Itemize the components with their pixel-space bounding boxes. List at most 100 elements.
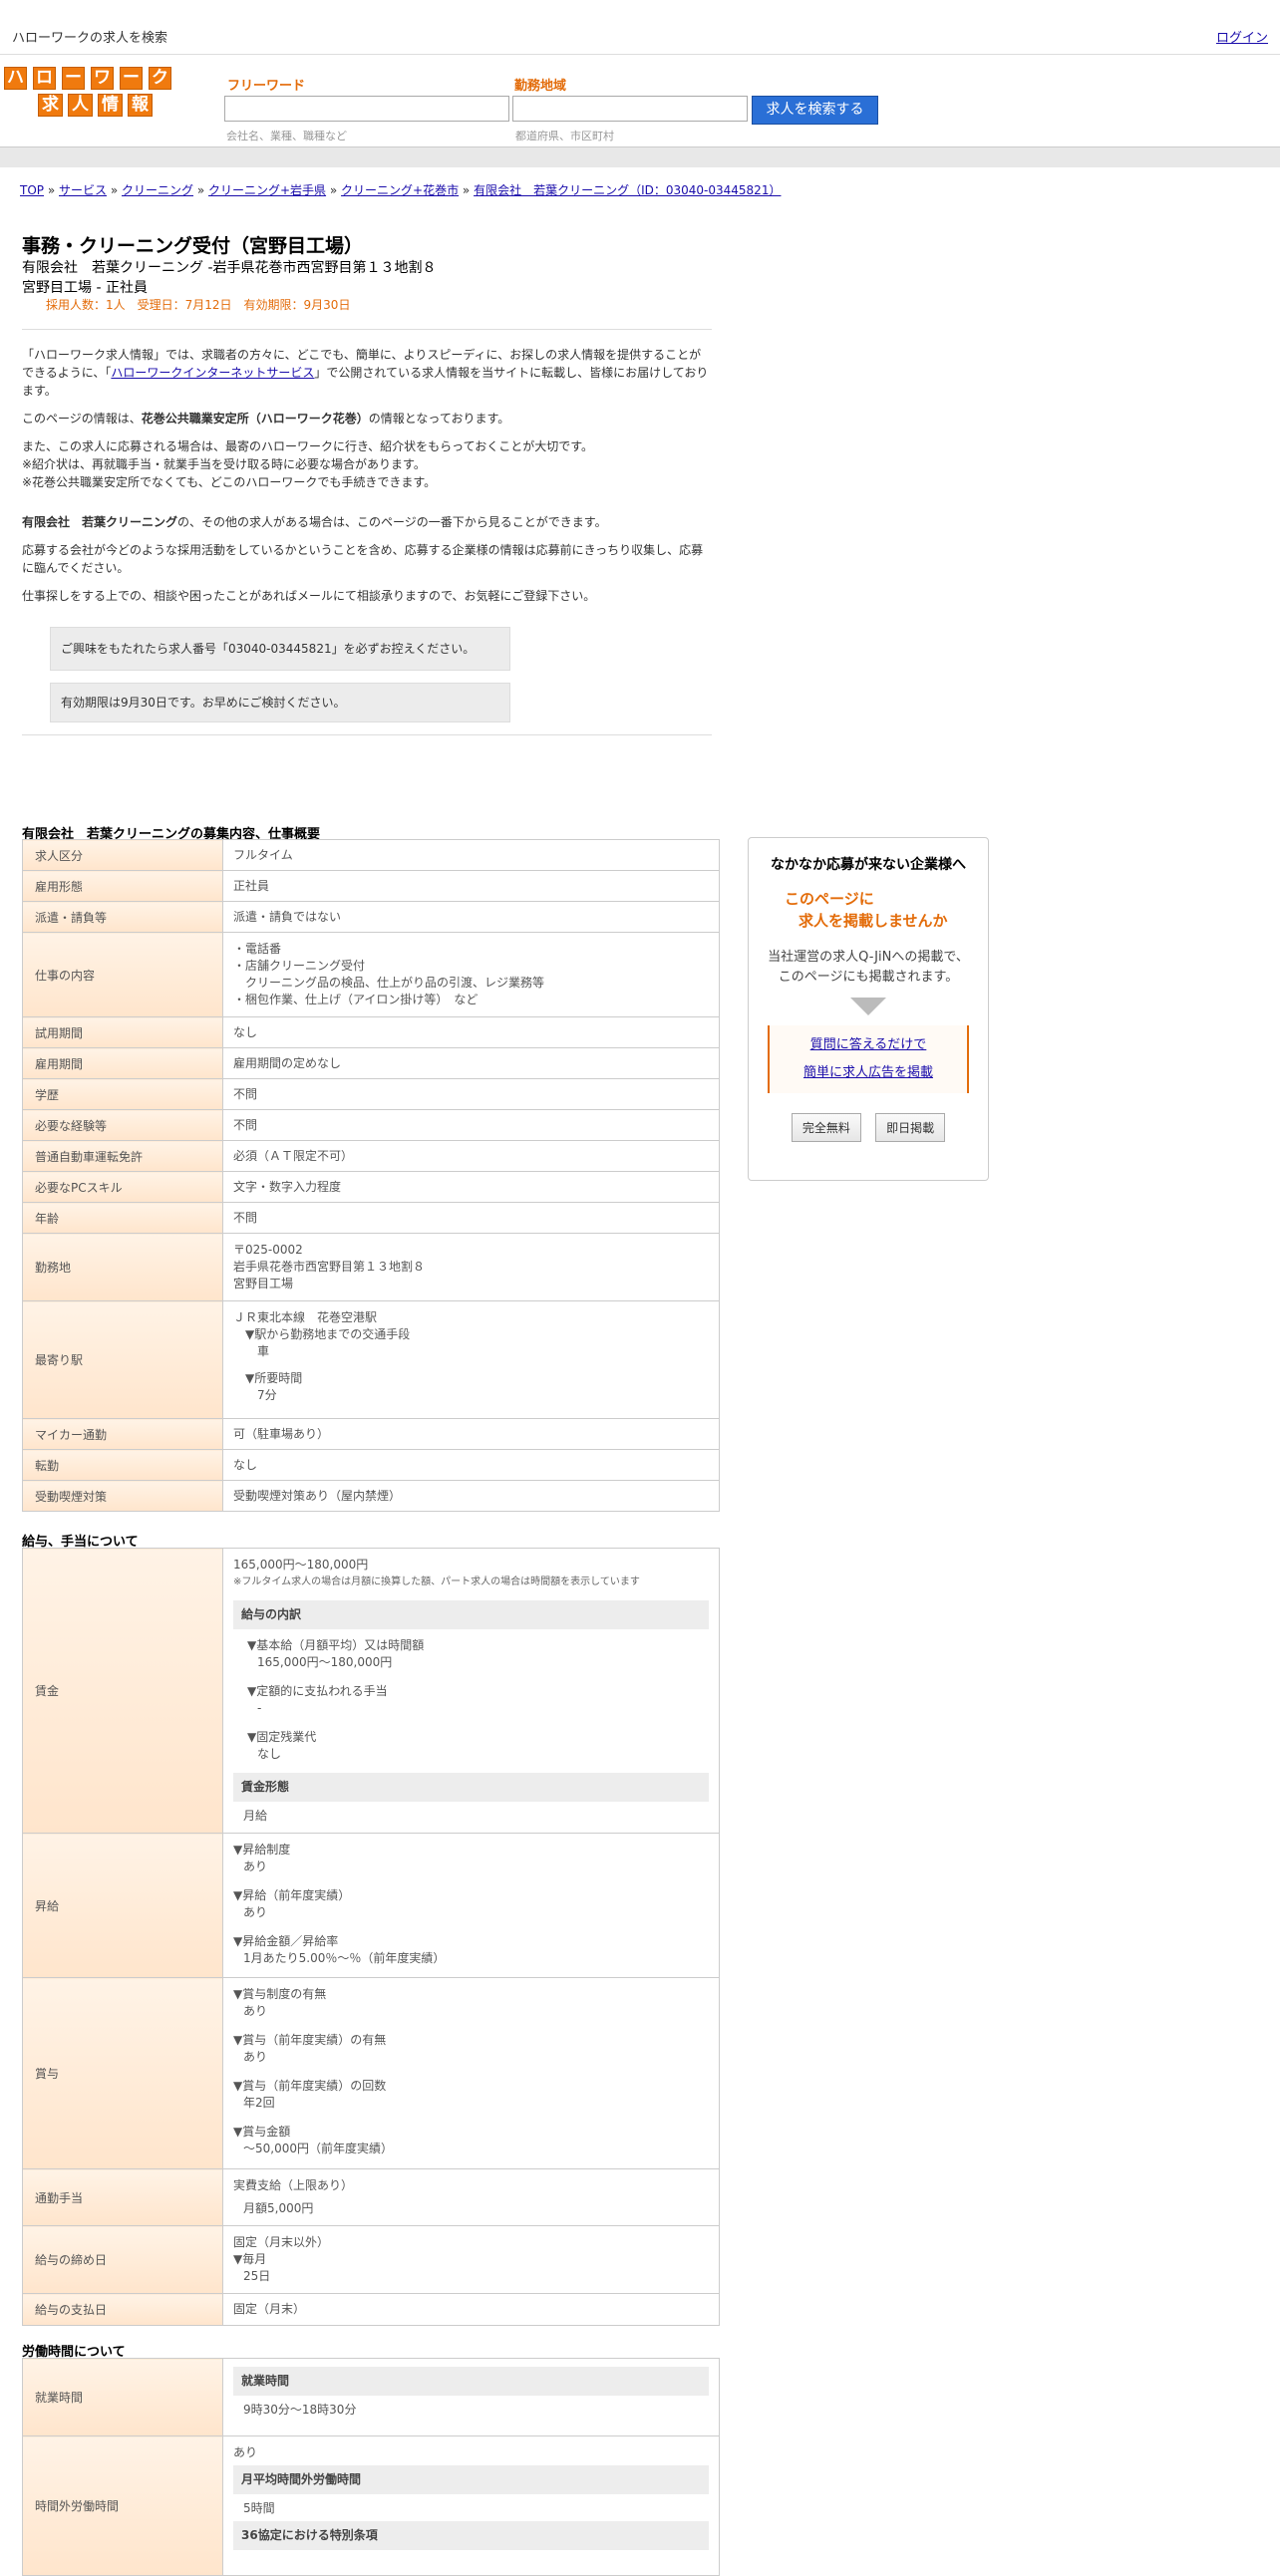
table-row: 受動喫煙対策 受動喫煙対策あり（屋内禁煙）: [22, 1480, 720, 1512]
bonus-value: あり: [243, 2050, 268, 2064]
free-button[interactable]: 完全無料: [791, 1113, 861, 1142]
wage-range: 165,000円〜180,000円: [233, 1558, 369, 1572]
hellowork-logo[interactable]: ハ ロ ー ワ ー ク 求 人 情 報: [4, 67, 179, 123]
freeword-input[interactable]: [224, 96, 509, 122]
form-head: 賃金形態: [233, 1773, 709, 1802]
row-value: 文字・数字入力程度: [222, 1171, 720, 1203]
breadcrumb-cleaning-iwate[interactable]: クリーニング+岩手県: [208, 183, 326, 197]
raise-item: ▼昇給金額／昇給率: [233, 1934, 339, 1948]
logo-char: ロ: [33, 67, 56, 90]
table-row: 必要なPCスキル 文字・数字入力程度: [22, 1171, 720, 1203]
logo-char: 情: [98, 94, 123, 117]
table-row: 必要な経験等 不問: [22, 1109, 720, 1141]
logo-char: 求: [38, 94, 63, 117]
row-value: 雇用期間の定めなし: [222, 1047, 720, 1079]
overtime-label: ▼固定残業代: [247, 1730, 317, 1744]
table-row: 求人区分 フルタイム: [22, 839, 720, 871]
bonus-item: ▼賞与（前年度実績）の有無: [233, 2033, 387, 2047]
raise-cell: ▼昇給制度 あり ▼昇給（前年度実績） あり ▼昇給金額／昇給率 1月あたり5.…: [222, 1833, 720, 1978]
ot-cell: あり 月平均時間外労働時間 5時間 36協定における特別条項: [222, 2435, 720, 2576]
row-value-line: 〒025-0002: [233, 1243, 303, 1257]
breadcrumb-cleaning-hanamaki[interactable]: クリーニング+花巻市: [341, 183, 459, 197]
row-label: 転勤: [22, 1449, 223, 1481]
raise-value: 1月あたり5.00％〜％（前年度実績）: [243, 1951, 446, 1965]
table-row: 給与の締め日 固定（月末以外） ▼毎月 25日: [22, 2225, 720, 2294]
labor-table: 就業時間 就業時間 9時30分〜18時30分 時間外労働時間 あり 月平均時間外…: [22, 2358, 720, 2576]
intro-section: 「ハローワーク求人情報」では、求職者の方々に、どこでも、簡単に、よりスピーディに…: [22, 329, 712, 735]
table-row: 給与の支払日 固定（月末）: [22, 2293, 720, 2326]
row-value-line: 岩手県花巻市西宮野目第１３地割８: [233, 1260, 426, 1274]
row-label: 雇用期間: [22, 1047, 223, 1079]
row-value: 不問: [222, 1078, 720, 1110]
search-button[interactable]: 求人を検索する: [752, 96, 878, 125]
logo-char: 報: [128, 94, 153, 117]
row-value: 可（駐車場あり）: [222, 1418, 720, 1450]
freeword-hint: 会社名、業種、職種など: [226, 130, 347, 143]
base-value: 165,000円〜180,000円: [257, 1655, 393, 1669]
table-row: 派遣・請負等 派遣・請負ではない: [22, 901, 720, 933]
table-row: 雇用期間 雇用期間の定めなし: [22, 1047, 720, 1079]
notice-job-number: ご興味をもたれたら求人番号「03040-03445821」を必ずお控えください。: [50, 627, 510, 671]
hours-label: 就業時間: [22, 2358, 223, 2436]
row-label: 学歴: [22, 1078, 223, 1110]
row-value-line: 車: [233, 1344, 270, 1358]
hellowork-internet-link[interactable]: ハローワークインターネットサービス: [111, 366, 314, 380]
row-value: 必須（ＡＴ限定不可）: [222, 1140, 720, 1172]
table-row: 仕事の内容 ・電話番 ・店舗クリーニング受付 クリーニング品の検品、仕上がり品の引渡…: [22, 932, 720, 1017]
bonus-item: ▼賞与制度の有無: [233, 1987, 327, 2001]
wage-label: 賃金: [22, 1548, 223, 1834]
ad-link-question[interactable]: 質問に答えるだけで: [770, 1031, 967, 1059]
table-row: 普通自動車運転免許 必須（ＡＴ限定不可）: [22, 1140, 720, 1172]
table-row: 最寄り駅 ＪＲ東北本線 花巻空港駅 ▼駅から勤務地までの交通手段 車 ▼所要時間 …: [22, 1300, 720, 1419]
table-row: 通勤手当 実費支給（上限あり） 月額5,000円: [22, 2168, 720, 2226]
breadcrumb-company[interactable]: 有限会社 若葉クリーニング（ID：03040-03445821）: [474, 183, 781, 197]
row-value-line: ＪＲ東北本線 花巻空港駅: [233, 1310, 378, 1324]
breadcrumb-cleaning[interactable]: クリーニング: [122, 183, 193, 197]
area-label: 勤務地域: [514, 79, 567, 94]
bonus-value: 〜50,000円（前年度実績）: [243, 2142, 393, 2155]
closing-day: 25日: [243, 2269, 271, 2283]
row-label: マイカー通勤: [22, 1418, 223, 1450]
search-bar: ハ ロ ー ワ ー ク 求 人 情 報 フリーワード 会社名、業種、職種など 勤…: [0, 55, 1280, 146]
bonus-value: 年2回: [243, 2096, 275, 2110]
work-site: 宮野目工場 - 正社員: [22, 280, 148, 296]
form-value: 月給: [243, 1809, 268, 1823]
table-row: 雇用形態 正社員: [22, 870, 720, 902]
bonus-item: ▼賞与金額: [233, 2125, 291, 2139]
breadcrumb-top[interactable]: TOP: [20, 183, 44, 197]
row-label: 必要な経験等: [22, 1109, 223, 1141]
row-label: 受動喫煙対策: [22, 1480, 223, 1512]
intro-paragraph: 応募する会社が今どのような採用活動をしているかということを含め、応募する企業様の…: [22, 543, 704, 575]
raise-value: あり: [243, 1860, 268, 1873]
intro-paragraph: また、この求人に応募される場合は、最寄のハローワークに行き、紹介状をもらっておく…: [22, 439, 594, 489]
employer-ad: なかなか応募が来ない企業様へ このページに 求人を掲載しませんか 当社運営の求人…: [748, 837, 989, 1181]
fixed-value: -: [257, 1701, 262, 1715]
logo-char: ク: [149, 67, 171, 90]
fixed-label: ▼定額的に支払われる手当: [247, 1684, 388, 1698]
raise-item: ▼昇給制度: [233, 1843, 291, 1857]
wage-note: ※フルタイム求人の場合は月額に換算した額、パート求人の場合は時間額を表示していま…: [233, 1576, 640, 1587]
ot-value: あり: [233, 2445, 258, 2459]
row-label: 最寄り駅: [22, 1300, 223, 1419]
bonus-item: ▼賞与（前年度実績）の回数: [233, 2079, 387, 2093]
same-day-button[interactable]: 即日掲載: [875, 1113, 946, 1142]
table-row: 転勤 なし: [22, 1449, 720, 1481]
breadcrumb-service[interactable]: サービス: [59, 183, 107, 197]
row-value-line: 宮野目工場: [233, 1277, 294, 1290]
ot-hours: 5時間: [243, 2501, 275, 2515]
row-value: なし: [222, 1449, 720, 1481]
closing-item: ▼毎月: [233, 2252, 267, 2266]
row-label: 求人区分: [22, 839, 223, 871]
logo-char: ハ: [4, 67, 27, 90]
raise-value: あり: [243, 1905, 268, 1919]
down-arrow-icon: [850, 998, 886, 1015]
row-value: 不問: [222, 1202, 720, 1234]
area-input[interactable]: [512, 96, 748, 122]
row-value-line: ・電話番: [233, 942, 282, 956]
area-hint: 都道府県、市区町村: [515, 130, 614, 143]
logo-char: 人: [68, 94, 93, 117]
login-link[interactable]: ログイン: [1216, 27, 1268, 46]
commute-amount: 月額5,000円: [243, 2201, 314, 2215]
row-label: 必要なPCスキル: [22, 1171, 223, 1203]
ad-link-post[interactable]: 簡単に求人広告を掲載: [770, 1059, 967, 1087]
